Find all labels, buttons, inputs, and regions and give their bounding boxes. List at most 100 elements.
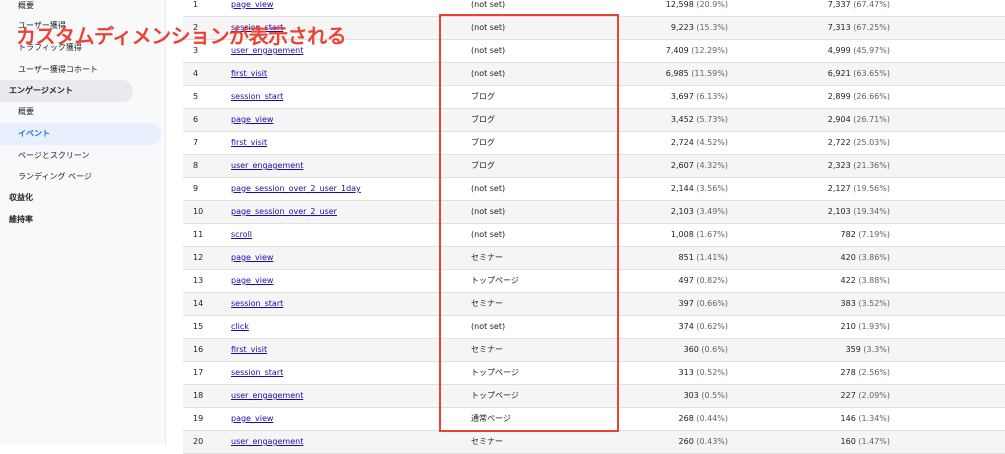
total-users-percent: (25.03%): [853, 138, 890, 147]
event-count-percent: (0.44%): [696, 414, 728, 423]
sidebar-item-monetization[interactable]: 収益化: [0, 187, 33, 209]
event-name-link[interactable]: first_visit: [231, 132, 267, 154]
row-index: 11: [193, 230, 204, 239]
sidebar-item-engagement[interactable]: エンゲージメント: [0, 80, 133, 102]
event-name-link[interactable]: user_engagement: [231, 431, 303, 453]
sidebar-item-landing-page[interactable]: ランディング ページ: [0, 166, 92, 188]
event-name-link[interactable]: session_start: [231, 293, 283, 315]
event-count: 3,697 (6.13%): [671, 86, 728, 108]
event-name-link[interactable]: page_view: [231, 0, 273, 16]
total-users-percent: (3.88%): [858, 276, 890, 285]
event-count-value: 374: [678, 322, 694, 331]
total-users-percent: (19.56%): [853, 184, 890, 193]
total-users: 359 (3.3%): [846, 339, 890, 361]
total-users: 422 (3.88%): [841, 270, 890, 292]
event-name-link[interactable]: page_view: [231, 109, 273, 131]
total-users-value: 6,921: [827, 69, 851, 78]
event-count: 851 (1.41%): [679, 247, 728, 269]
total-users: 2,904 (26.71%): [828, 109, 890, 131]
total-users-value: 278: [840, 368, 856, 377]
row-index: 1: [193, 0, 199, 9]
total-users: 2,103 (19.34%): [828, 201, 890, 223]
event-count-value: 497: [678, 276, 694, 285]
total-users-value: 4,999: [827, 46, 851, 55]
event-name-link[interactable]: click: [231, 316, 249, 338]
row-index: 20: [193, 437, 204, 446]
event-count-percent: (3.56%): [696, 184, 728, 193]
event-name-link[interactable]: session_start: [231, 362, 283, 384]
event-count-percent: (0.5%): [701, 391, 728, 400]
event-name-link[interactable]: page_view: [231, 247, 273, 269]
event-count-value: 313: [678, 368, 694, 377]
event-count-value: 6,985: [665, 69, 689, 78]
event-name-link[interactable]: session_start: [231, 86, 283, 108]
total-users-value: 2,722: [827, 138, 851, 147]
event-count: 2,724 (4.52%): [671, 132, 728, 154]
row-index: 13: [193, 276, 204, 285]
total-users-value: 359: [845, 345, 861, 354]
event-count-value: 397: [678, 299, 694, 308]
total-users: 782 (7.19%): [841, 224, 890, 246]
event-name-link[interactable]: page_session_over_2_user: [231, 201, 337, 223]
event-name-link[interactable]: page_view: [231, 408, 273, 430]
total-users: 383 (3.52%): [841, 293, 890, 315]
event-name-link[interactable]: first_visit: [231, 339, 267, 361]
total-users-percent: (45.97%): [853, 46, 890, 55]
total-users-percent: (67.47%): [853, 0, 890, 9]
row-index: 7: [193, 138, 199, 147]
event-count: 2,103 (3.49%): [671, 201, 728, 223]
event-name-link[interactable]: user_engagement: [231, 155, 303, 177]
event-count: 313 (0.52%): [679, 362, 728, 384]
event-name-link[interactable]: user_engagement: [231, 385, 303, 407]
total-users-percent: (2.09%): [858, 391, 890, 400]
event-count: 303 (0.5%): [684, 385, 728, 407]
total-users: 420 (3.86%): [841, 247, 890, 269]
row-index: 12: [193, 253, 204, 262]
event-count-percent: (15.3%): [696, 23, 728, 32]
event-count: 260 (0.43%): [679, 431, 728, 453]
event-count-value: 1,008: [670, 230, 694, 239]
sidebar-item-user-acquisition-cohort[interactable]: ユーザー獲得コホート: [0, 59, 98, 81]
total-users-percent: (1.93%): [858, 322, 890, 331]
row-index: 10: [193, 207, 204, 216]
event-count: 360 (0.6%): [684, 339, 728, 361]
total-users-value: 7,313: [827, 23, 851, 32]
total-users: 2,127 (19.56%): [828, 178, 890, 200]
event-count-value: 2,144: [670, 184, 694, 193]
event-count: 7,409 (12.29%): [666, 40, 728, 62]
event-count-percent: (20.9%): [696, 0, 728, 9]
event-name-link[interactable]: scroll: [231, 224, 252, 246]
event-name-link[interactable]: page_session_over_2_user_1day: [231, 178, 361, 200]
event-count-value: 7,409: [665, 46, 689, 55]
event-count-percent: (0.66%): [696, 299, 728, 308]
row-index: 15: [193, 322, 204, 331]
sidebar-item-engagement-overview[interactable]: 概要: [0, 101, 34, 123]
event-count-percent: (0.43%): [696, 437, 728, 446]
total-users-percent: (3.3%): [863, 345, 890, 354]
sidebar-item-retention[interactable]: 維持率: [0, 209, 33, 231]
sidebar-item-events[interactable]: イベント: [0, 123, 161, 145]
total-users: 2,323 (21.36%): [828, 155, 890, 177]
row-index: 19: [193, 414, 204, 423]
total-users-value: 227: [840, 391, 856, 400]
total-users-percent: (26.71%): [853, 115, 890, 124]
total-users: 146 (1.34%): [841, 408, 890, 430]
event-count: 2,144 (3.56%): [671, 178, 728, 200]
event-count-percent: (5.73%): [696, 115, 728, 124]
total-users-percent: (63.65%): [853, 69, 890, 78]
event-count: 12,598 (20.9%): [666, 0, 728, 16]
total-users-percent: (3.52%): [858, 299, 890, 308]
event-count-percent: (6.13%): [696, 92, 728, 101]
event-name-link[interactable]: page_view: [231, 270, 273, 292]
total-users-percent: (7.19%): [858, 230, 890, 239]
sidebar-nav: 概要 ユーザー獲得 トラフィック獲得 ユーザー獲得コホート エンゲージメント 概…: [0, 0, 166, 444]
event-count-percent: (11.59%): [691, 69, 728, 78]
total-users-percent: (19.34%): [853, 207, 890, 216]
total-users: 278 (2.56%): [841, 362, 890, 384]
total-users-value: 2,127: [827, 184, 851, 193]
total-users: 7,313 (67.25%): [828, 17, 890, 39]
event-name-link[interactable]: first_visit: [231, 63, 267, 85]
total-users: 6,921 (63.65%): [828, 63, 890, 85]
table-row: 20 user_engagement セミナー 260 (0.43%) 160 (1.4…: [183, 431, 1005, 454]
sidebar-item-pages-and-screens[interactable]: ページとスクリーン: [0, 145, 89, 167]
